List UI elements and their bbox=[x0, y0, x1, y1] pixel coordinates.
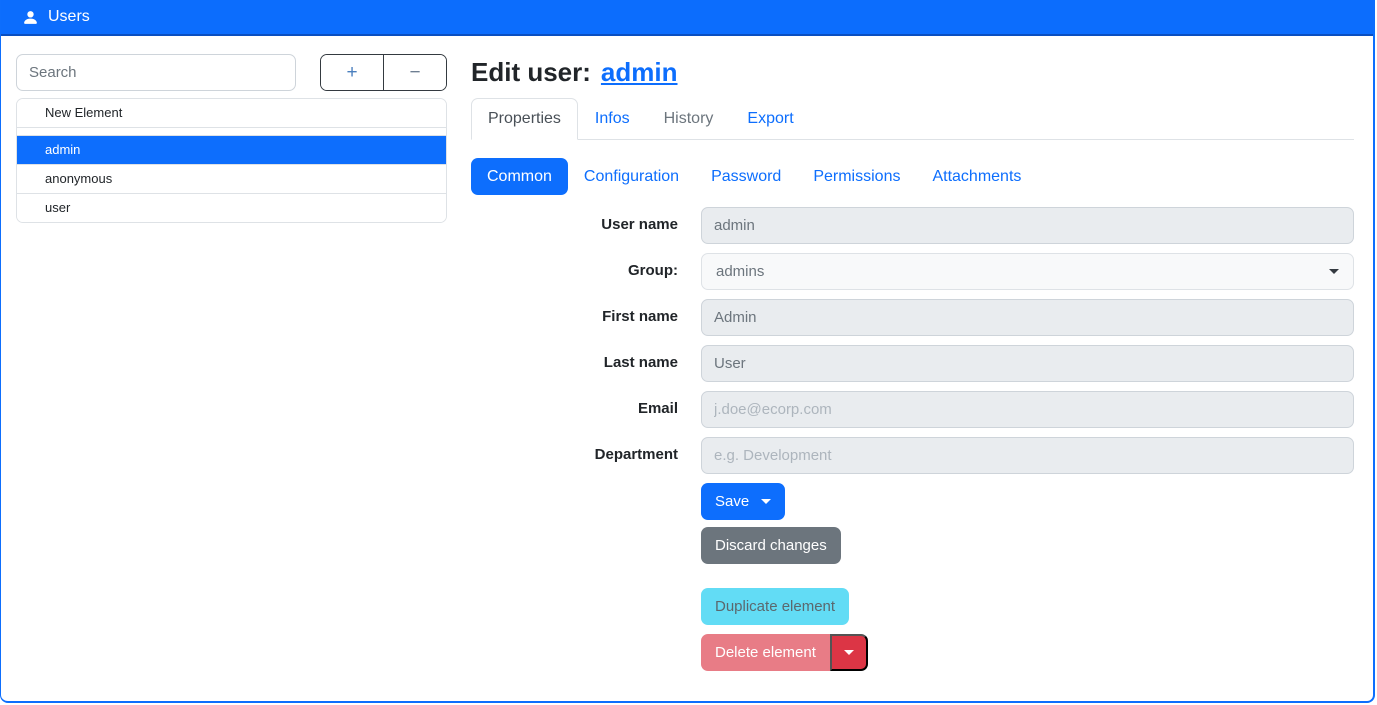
pill-permissions[interactable]: Permissions bbox=[797, 158, 916, 195]
caret-down-icon bbox=[1329, 269, 1339, 274]
last-name-row: Last name bbox=[471, 345, 1354, 382]
department-label: Department bbox=[471, 437, 678, 463]
last-name-input[interactable] bbox=[701, 345, 1354, 382]
last-name-control-wrap bbox=[701, 345, 1354, 382]
email-control-wrap bbox=[701, 391, 1354, 428]
add-element-button[interactable]: + bbox=[321, 55, 384, 90]
user-list-item-user[interactable]: user bbox=[17, 193, 446, 222]
pill-bar: CommonConfigurationPasswordPermissionsAt… bbox=[471, 158, 1354, 195]
first-name-input[interactable] bbox=[701, 299, 1354, 336]
delete-element-group: Delete element bbox=[701, 634, 868, 671]
tab-infos[interactable]: Infos bbox=[578, 98, 647, 140]
caret-down-icon bbox=[844, 650, 854, 655]
app-header: Users bbox=[1, 0, 1373, 36]
duplicate-element-button[interactable]: Duplicate element bbox=[701, 588, 849, 625]
app-frame: Users + − New Elementadminanonymoususer … bbox=[0, 0, 1375, 703]
pill-configuration[interactable]: Configuration bbox=[568, 158, 695, 195]
first-name-control-wrap bbox=[701, 299, 1354, 336]
sidebar: + − New Element adminanonymoususer bbox=[16, 54, 447, 223]
group-control-wrap: admins bbox=[701, 253, 1354, 290]
email-row: Email bbox=[471, 391, 1354, 428]
department-row: Department bbox=[471, 437, 1354, 474]
tab-properties[interactable]: Properties bbox=[471, 98, 578, 140]
email-label: Email bbox=[471, 391, 678, 417]
pill-common[interactable]: Common bbox=[471, 158, 568, 195]
tab-bar: PropertiesInfosHistoryExport bbox=[471, 98, 1354, 140]
search-input[interactable] bbox=[16, 54, 296, 91]
user-list-spacer bbox=[17, 127, 446, 135]
page-title-user-link[interactable]: admin bbox=[601, 57, 678, 87]
tab-history[interactable]: History bbox=[647, 98, 731, 140]
group-row: Group: admins bbox=[471, 253, 1354, 290]
pill-password[interactable]: Password bbox=[695, 158, 797, 195]
user-name-input[interactable] bbox=[701, 207, 1354, 244]
page-title: Edit user: admin bbox=[471, 58, 1354, 86]
save-button[interactable]: Save bbox=[701, 483, 785, 520]
first-name-row: First name bbox=[471, 299, 1354, 336]
group-selected-value: admins bbox=[716, 263, 764, 280]
discard-changes-button[interactable]: Discard changes bbox=[701, 527, 841, 564]
caret-down-icon bbox=[761, 499, 771, 504]
content-area: + − New Elementadminanonymoususer Edit u… bbox=[1, 36, 1373, 701]
user-list-item-anonymous[interactable]: anonymous bbox=[17, 164, 446, 193]
edit-form: User name Group: admins First name Last name… bbox=[471, 207, 1354, 474]
group-label: Group: bbox=[471, 253, 678, 279]
action-buttons: Save Discard changes Duplicate element D… bbox=[701, 483, 1354, 671]
user-list-item-new-element[interactable]: New Element bbox=[17, 99, 446, 127]
first-name-label: First name bbox=[471, 299, 678, 325]
sidebar-controls: + − bbox=[16, 54, 447, 91]
list-action-button-group: + − bbox=[320, 54, 447, 91]
department-input[interactable] bbox=[701, 437, 1354, 474]
user-name-label: User name bbox=[471, 207, 678, 233]
group-select[interactable]: admins bbox=[701, 253, 1354, 290]
email-input[interactable] bbox=[701, 391, 1354, 428]
user-name-control-wrap bbox=[701, 207, 1354, 244]
person-icon bbox=[22, 9, 39, 26]
user-list: New Element adminanonymoususer bbox=[16, 98, 447, 223]
page-title-prefix: Edit user: bbox=[471, 57, 591, 87]
user-name-row: User name bbox=[471, 207, 1354, 244]
remove-element-button[interactable]: − bbox=[384, 55, 446, 90]
department-control-wrap bbox=[701, 437, 1354, 474]
delete-dropdown-toggle[interactable] bbox=[830, 634, 868, 671]
delete-element-button[interactable]: Delete element bbox=[701, 634, 830, 671]
app-title: Users bbox=[48, 8, 90, 26]
main-panel: Edit user: admin PropertiesInfosHistoryEx… bbox=[471, 58, 1354, 671]
last-name-label: Last name bbox=[471, 345, 678, 371]
user-list-item-admin[interactable]: admin bbox=[17, 135, 446, 164]
pill-attachments[interactable]: Attachments bbox=[916, 158, 1037, 195]
save-button-label: Save bbox=[715, 492, 749, 511]
tab-export[interactable]: Export bbox=[730, 98, 810, 140]
